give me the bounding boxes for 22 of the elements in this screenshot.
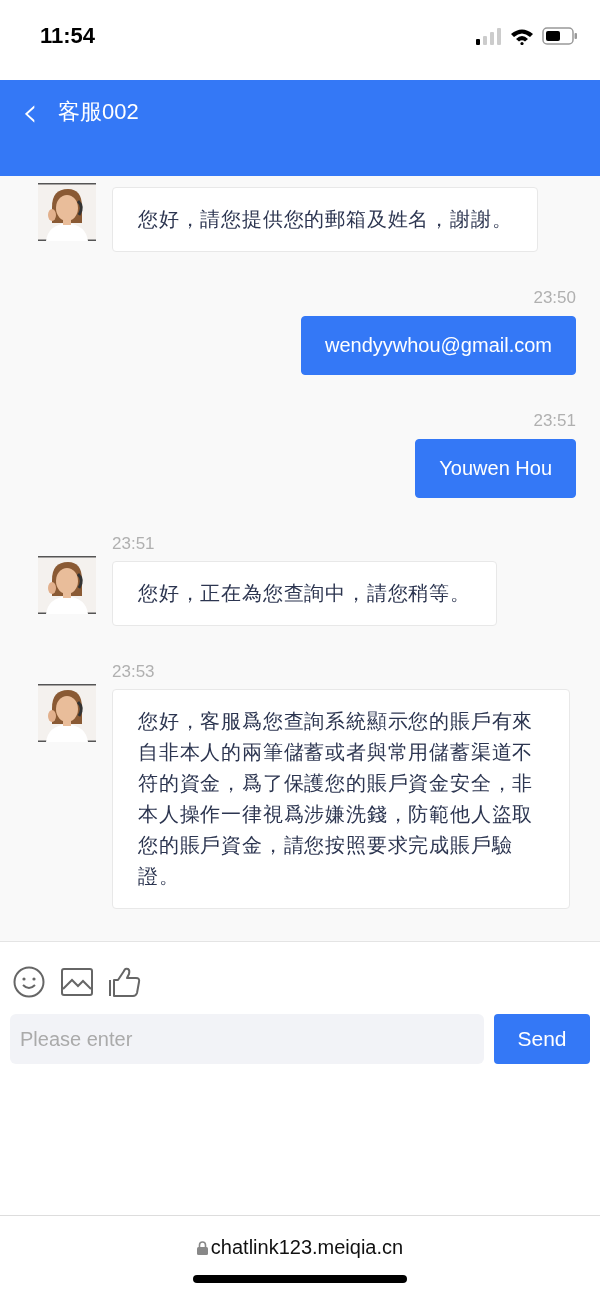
status-time: 11:54 xyxy=(40,23,96,49)
back-icon[interactable]: ‹ xyxy=(22,94,44,130)
url-text[interactable]: chatlink123.meiqia.cn xyxy=(210,1236,404,1259)
image-icon[interactable] xyxy=(61,968,93,996)
message-bubble: 您好，客服爲您查詢系統顯示您的賬戶有來自非本人的兩筆儲蓄或者與常用儲蓄渠道不符的資金，爲了保護您的賬戶資金安全，非本人操作一律視爲涉嫌洗錢，防範他人盜取您的賬戶資金，請您按照要求完成賬戶驗證。 xyxy=(112,689,570,909)
thumbs-up-icon[interactable] xyxy=(109,967,141,997)
signal-icon xyxy=(476,27,502,45)
wifi-icon xyxy=(510,27,534,45)
message-time: 23:50 xyxy=(533,288,576,308)
message-bubble: 您好，正在為您查詢中，請您稍等。 xyxy=(112,561,497,626)
message-bubble: 您好，請您提供您的郵箱及姓名，謝謝。 xyxy=(112,187,539,252)
message-bubble: Youwen Hou xyxy=(415,439,576,498)
message-time: 23:51 xyxy=(112,534,155,554)
message-bubble: wendyywhou@gmail.com xyxy=(300,316,576,375)
send-button[interactable]: Send xyxy=(494,1014,590,1064)
message-input[interactable]: Please enter xyxy=(10,1014,484,1064)
message-time: 23:51 xyxy=(533,411,576,431)
message-time: 23:53 xyxy=(112,662,155,682)
battery-icon xyxy=(542,27,578,45)
smiley-icon[interactable] xyxy=(13,966,45,998)
lock-icon xyxy=(196,1240,208,1255)
chat-title: 客服002 xyxy=(58,98,139,126)
